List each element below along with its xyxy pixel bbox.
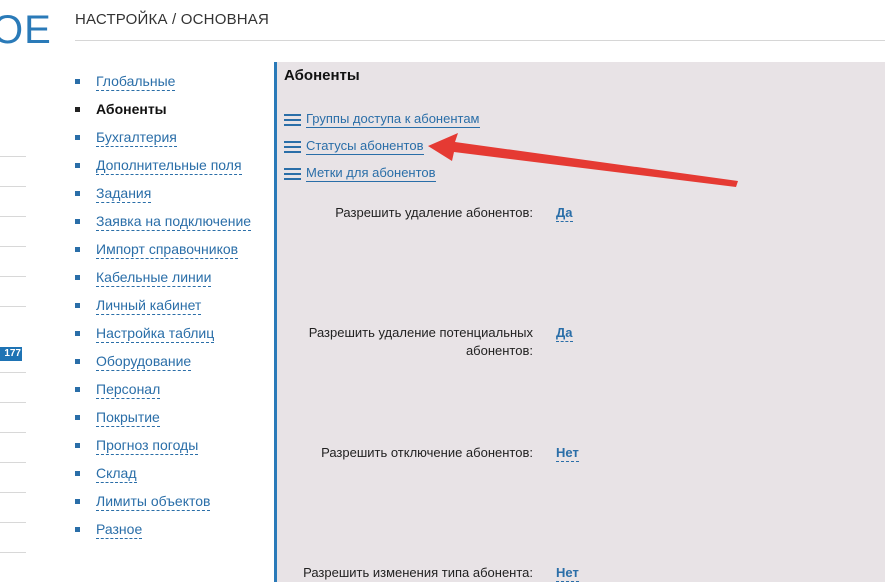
- divider: [0, 372, 26, 373]
- divider: [0, 186, 26, 187]
- divider: [0, 246, 26, 247]
- divider: [0, 276, 26, 277]
- settings-panel: Абоненты Группы доступа к абонентам Стат…: [274, 62, 885, 582]
- logo: OE: [0, 8, 52, 52]
- nav-label-active: Абоненты: [96, 101, 167, 117]
- nav-item-equipment[interactable]: Оборудование: [75, 347, 251, 375]
- nav-link[interactable]: Покрытие: [96, 409, 160, 427]
- bullet-icon: [75, 107, 80, 112]
- nav-item-coverage[interactable]: Покрытие: [75, 403, 251, 431]
- nav-item-misc[interactable]: Разное: [75, 515, 251, 543]
- nav-item-tasks[interactable]: Задания: [75, 179, 251, 207]
- bullet-icon: [75, 79, 80, 84]
- nav-item-accounting[interactable]: Бухгалтерия: [75, 123, 251, 151]
- setting-label-line: Разрешить удаление потенциальных: [308, 325, 533, 340]
- bullet-icon: [75, 219, 80, 224]
- divider: [0, 522, 26, 523]
- setting-value-change-type[interactable]: Нет: [556, 565, 579, 582]
- divider: [0, 306, 26, 307]
- bullet-icon: [75, 303, 80, 308]
- nav-item-global[interactable]: Глобальные: [75, 67, 251, 95]
- nav-link[interactable]: Личный кабинет: [96, 297, 202, 315]
- subscriber-statuses-link[interactable]: Статусы абонентов: [306, 138, 424, 155]
- header-divider: [75, 40, 885, 41]
- nav-link[interactable]: Кабельные линии: [96, 269, 212, 287]
- bullet-icon: [75, 415, 80, 420]
- list-icon: [284, 168, 301, 181]
- nav-item-cable-lines[interactable]: Кабельные линии: [75, 263, 251, 291]
- setting-label-change-type: Разрешить изменения типа абонента:: [303, 565, 533, 580]
- nav-link[interactable]: Оборудование: [96, 353, 192, 371]
- setting-label-delete-potential: Разрешить удаление потенциальных абонент…: [309, 324, 533, 360]
- nav-item-subscribers[interactable]: Абоненты: [75, 95, 251, 123]
- nav-link[interactable]: Лимиты объектов: [96, 493, 211, 511]
- nav-link[interactable]: Задания: [96, 185, 152, 203]
- nav-item-extra-fields[interactable]: Дополнительные поля: [75, 151, 251, 179]
- divider: [0, 402, 26, 403]
- bullet-icon: [75, 191, 80, 196]
- nav-item-personal-cabinet[interactable]: Личный кабинет: [75, 291, 251, 319]
- setting-label-delete: Разрешить удаление абонентов:: [335, 205, 533, 220]
- nav-item-object-limits[interactable]: Лимиты объектов: [75, 487, 251, 515]
- bullet-icon: [75, 499, 80, 504]
- nav-item-warehouse[interactable]: Склад: [75, 459, 251, 487]
- nav-link[interactable]: Заявка на подключение: [96, 213, 252, 231]
- subscriber-tags-link[interactable]: Метки для абонентов: [306, 165, 436, 182]
- divider: [0, 492, 26, 493]
- bullet-icon: [75, 163, 80, 168]
- nav-link[interactable]: Дополнительные поля: [96, 157, 242, 175]
- nav-link[interactable]: Настройка таблиц: [96, 325, 215, 343]
- setting-label-line: абонентов:: [465, 343, 533, 358]
- nav-link[interactable]: Разное: [96, 521, 143, 539]
- bullet-icon: [75, 359, 80, 364]
- divider: [0, 156, 26, 157]
- access-groups-link[interactable]: Группы доступа к абонентам: [306, 111, 480, 128]
- bullet-icon: [75, 331, 80, 336]
- bullet-icon: [75, 275, 80, 280]
- nav-link[interactable]: Бухгалтерия: [96, 129, 177, 147]
- left-sidebar-strip: OE 177: [0, 0, 51, 582]
- nav-link[interactable]: Импорт справочников: [96, 241, 239, 259]
- setting-value-disable[interactable]: Нет: [556, 445, 579, 462]
- nav-item-weather[interactable]: Прогноз погоды: [75, 431, 251, 459]
- panel-title: Абоненты: [284, 67, 360, 84]
- bullet-icon: [75, 135, 80, 140]
- nav-link[interactable]: Персонал: [96, 381, 161, 399]
- nav-link[interactable]: Прогноз погоды: [96, 437, 199, 455]
- settings-nav: Глобальные Абоненты Бухгалтерия Дополнит…: [75, 67, 252, 543]
- bullet-icon: [75, 443, 80, 448]
- setting-value-delete-potential[interactable]: Да: [556, 325, 573, 342]
- setting-value-delete[interactable]: Да: [556, 205, 573, 222]
- nav-item-staff[interactable]: Персонал: [75, 375, 251, 403]
- bullet-icon: [75, 387, 80, 392]
- divider: [0, 552, 26, 553]
- count-badge[interactable]: 177: [0, 347, 22, 361]
- bullet-icon: [75, 247, 80, 252]
- bullet-icon: [75, 527, 80, 532]
- nav-item-table-settings[interactable]: Настройка таблиц: [75, 319, 251, 347]
- divider: [0, 432, 26, 433]
- nav-link[interactable]: Склад: [96, 465, 137, 483]
- nav-item-import[interactable]: Импорт справочников: [75, 235, 251, 263]
- breadcrumb: НАСТРОЙКА / ОСНОВНАЯ: [75, 11, 270, 28]
- nav-item-connection-request[interactable]: Заявка на подключение: [75, 207, 252, 235]
- divider: [0, 216, 26, 217]
- bullet-icon: [75, 471, 80, 476]
- divider: [0, 462, 26, 463]
- nav-link[interactable]: Глобальные: [96, 73, 176, 91]
- list-icon: [284, 114, 301, 127]
- setting-label-disable: Разрешить отключение абонентов:: [321, 445, 533, 460]
- list-icon: [284, 141, 301, 154]
